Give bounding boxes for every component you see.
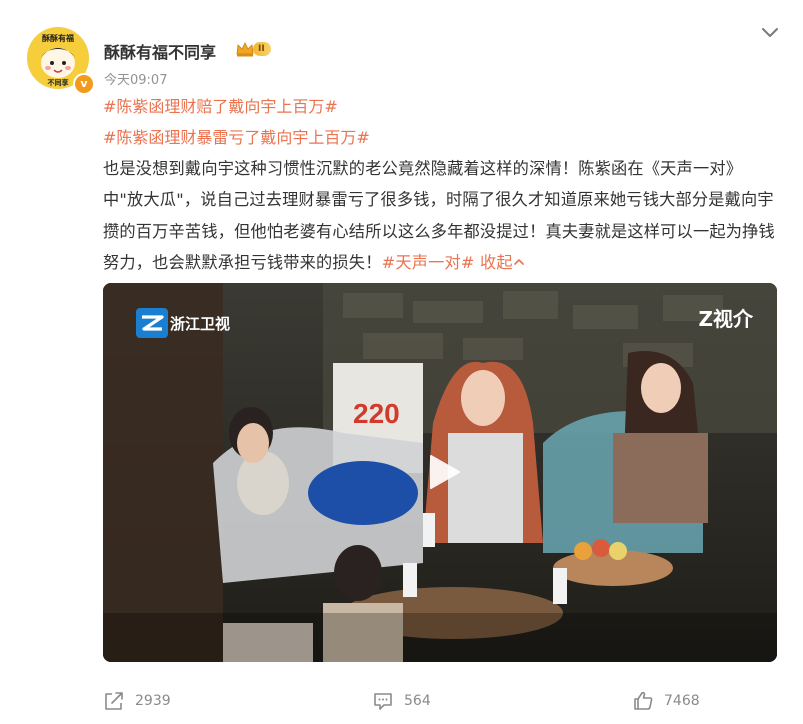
play-icon[interactable] xyxy=(417,448,465,496)
share-button[interactable]: 2939 xyxy=(103,685,171,717)
box-number: 220 xyxy=(353,398,400,429)
share-icon xyxy=(105,692,123,710)
hashtag-link[interactable]: #陈紫函理财赔了戴向宇上百万# xyxy=(103,93,338,117)
vip-badge[interactable]: II xyxy=(235,40,271,58)
action-bar: 2939 564 7468 xyxy=(0,685,803,717)
like-count: 7468 xyxy=(664,693,700,709)
channel-logo: 浙江卫视 xyxy=(136,308,230,338)
chevron-down-icon[interactable] xyxy=(759,21,781,43)
share-count: 2939 xyxy=(135,693,171,709)
weibo-post-card: 酥酥有福 不同享 v 酥酥有福不同享 II 今天09:07 #陈紫函理财赔了戴向… xyxy=(0,0,803,724)
video-player[interactable]: 220 浙江卫视 Z视介 xyxy=(103,283,777,662)
post-timestamp[interactable]: 今天09:07 xyxy=(104,69,167,88)
comment-icon xyxy=(374,693,392,710)
comment-count: 564 xyxy=(404,693,431,709)
thumbs-up-icon xyxy=(634,691,653,710)
avatar-top-text: 酥酥有福 xyxy=(42,33,74,43)
collapse-label: 收起 xyxy=(480,252,513,272)
collapse-button[interactable]: 收起 xyxy=(480,253,525,272)
corner-logo-text: Z视介 xyxy=(698,307,753,331)
channel-logo-icon xyxy=(136,308,168,338)
username[interactable]: 酥酥有福不同享 xyxy=(104,39,216,63)
inline-hashtag-link[interactable]: #天声一对# xyxy=(382,253,475,272)
vip-level: II xyxy=(253,42,271,56)
chevron-up-icon xyxy=(514,259,524,265)
verified-badge: v xyxy=(73,73,95,95)
corner-logo: Z视介 xyxy=(696,303,753,332)
crown-icon xyxy=(236,42,254,57)
channel-logo-text: 浙江卫视 xyxy=(170,314,231,333)
like-button[interactable]: 7468 xyxy=(632,685,700,717)
avatar-bottom-text: 不同享 xyxy=(48,78,69,87)
comment-button[interactable]: 564 xyxy=(372,685,431,717)
post-body: 也是没想到戴向宇这种习惯性沉默的老公竟然隐藏着这样的深情！陈紫函在《天声一对》中… xyxy=(103,153,779,278)
hashtag-link[interactable]: #陈紫函理财暴雷亏了戴向宇上百万# xyxy=(103,124,370,148)
